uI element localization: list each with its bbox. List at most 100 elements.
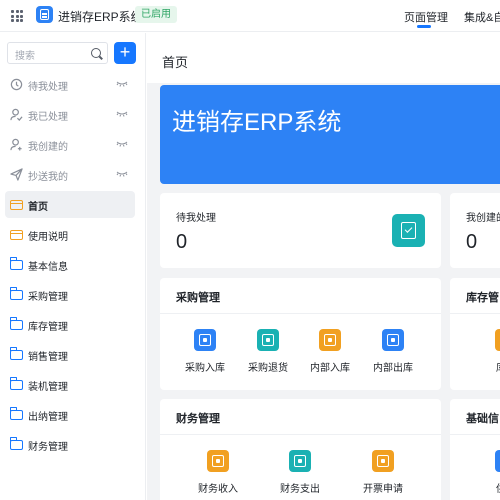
func-label: 采购退货 <box>248 363 288 374</box>
sidebar-item-cc[interactable]: 抄送我的 <box>5 161 135 188</box>
sidebar-item-label: 首页 <box>28 202 48 213</box>
eye-hidden-icon[interactable] <box>116 140 128 148</box>
tab-page-management[interactable]: 页面管理 <box>404 9 448 28</box>
func-internal-in[interactable]: 内部入库 <box>300 329 360 374</box>
app-logo-icon <box>36 6 53 23</box>
sidebar-item-label: 出纳管理 <box>28 412 68 423</box>
func-inventory[interactable]: 库存 <box>476 329 500 374</box>
section-finance: 财务管理 财务收入 财务支出 开票申请 <box>160 399 441 500</box>
sidebar: 搜索 + 待我处理 我已处理 我创建的 抄送我的 首页 使用说明 基本信息 采购… <box>0 33 146 500</box>
sidebar-item-label: 销售管理 <box>28 352 68 363</box>
divider <box>160 313 441 314</box>
func-invoice-request[interactable]: 开票申请 <box>353 450 413 495</box>
status-badge: 已启用 <box>135 6 177 23</box>
divider <box>450 313 500 314</box>
stat-value: 0 <box>176 231 188 253</box>
internal-out-icon <box>382 329 404 351</box>
sidebar-item-guide[interactable]: 使用说明 <box>5 221 135 248</box>
func-finance-income[interactable]: 财务收入 <box>188 450 248 495</box>
func-supplier[interactable]: 供应 <box>476 450 500 495</box>
sidebar-item-cashier[interactable]: 出纳管理 <box>5 401 135 428</box>
func-label: 财务收入 <box>198 484 238 495</box>
sidebar-item-label: 采购管理 <box>28 292 68 303</box>
sidebar-item-pending[interactable]: 待我处理 <box>5 71 135 98</box>
top-bar: 进销存ERP系统 已启用 页面管理 集成&自 <box>0 0 500 32</box>
eye-hidden-icon[interactable] <box>116 110 128 118</box>
section-title: 基础信 <box>466 413 499 425</box>
internal-in-icon <box>319 329 341 351</box>
sidebar-item-label: 使用说明 <box>28 232 68 243</box>
divider <box>450 434 500 435</box>
folder-icon <box>9 437 23 450</box>
sidebar-item-label: 待我处理 <box>28 82 68 93</box>
banner-title: 进销存ERP系统 <box>172 109 342 136</box>
sidebar-item-basic-info[interactable]: 基本信息 <box>5 251 135 278</box>
folder-icon <box>9 347 23 360</box>
sidebar-item-label: 基本信息 <box>28 262 68 273</box>
divider <box>160 434 441 435</box>
folder-icon <box>9 257 23 270</box>
search-input[interactable]: 搜索 <box>7 42 108 64</box>
func-label: 内部入库 <box>310 363 350 374</box>
tab-integration[interactable]: 集成&自 <box>464 9 500 25</box>
search-placeholder: 搜索 <box>15 51 35 62</box>
func-purchase-in[interactable]: 采购入库 <box>175 329 235 374</box>
sidebar-item-created[interactable]: 我创建的 <box>5 131 135 158</box>
section-title: 财务管理 <box>176 413 220 425</box>
main-content: 首页 进销存ERP系统 待我处理 0 我创建的 0 采购管理 采购入库 采购退货… <box>147 33 500 500</box>
stat-card-created[interactable]: 我创建的 0 <box>450 193 500 268</box>
user-check-icon <box>10 108 23 121</box>
func-internal-out[interactable]: 内部出库 <box>363 329 423 374</box>
page-icon <box>10 230 23 240</box>
func-finance-expense[interactable]: 财务支出 <box>270 450 330 495</box>
stat-card-pending[interactable]: 待我处理 0 <box>160 193 441 268</box>
banner: 进销存ERP系统 <box>160 85 500 184</box>
purchase-return-icon <box>257 329 279 351</box>
section-purchase: 采购管理 采购入库 采购退货 内部入库 内部出库 <box>160 278 441 390</box>
func-label: 供应 <box>476 480 500 495</box>
folder-icon <box>9 377 23 390</box>
func-label: 开票申请 <box>363 484 403 495</box>
supplier-icon <box>495 450 500 472</box>
eye-hidden-icon[interactable] <box>116 80 128 88</box>
clock-icon <box>10 78 23 91</box>
sidebar-item-label: 装机管理 <box>28 382 68 393</box>
folder-icon <box>9 287 23 300</box>
app-title: 进销存ERP系统 <box>58 10 143 24</box>
add-button[interactable]: + <box>114 42 136 64</box>
stat-label: 我创建的 <box>466 213 500 224</box>
eye-hidden-icon[interactable] <box>116 170 128 178</box>
func-label: 库存 <box>476 359 500 374</box>
page-title: 首页 <box>162 55 189 70</box>
finance-income-icon <box>207 450 229 472</box>
sidebar-item-label: 财务管理 <box>28 442 68 453</box>
folder-icon <box>9 407 23 420</box>
stat-label: 待我处理 <box>176 213 216 224</box>
sidebar-item-processed[interactable]: 我已处理 <box>5 101 135 128</box>
page-header: 首页 <box>147 33 500 83</box>
sidebar-item-sales[interactable]: 销售管理 <box>5 341 135 368</box>
finance-expense-icon <box>289 450 311 472</box>
sidebar-item-purchase[interactable]: 采购管理 <box>5 281 135 308</box>
folder-icon <box>9 317 23 330</box>
search-icon[interactable] <box>91 48 101 58</box>
section-title: 库存管 <box>466 292 499 304</box>
sidebar-item-home[interactable]: 首页 <box>5 191 135 218</box>
purchase-in-icon <box>194 329 216 351</box>
sidebar-item-inventory[interactable]: 库存管理 <box>5 311 135 338</box>
clipboard-check-icon <box>392 214 425 247</box>
user-add-icon <box>10 138 22 151</box>
invoice-request-icon <box>372 450 394 472</box>
func-label: 财务支出 <box>280 484 320 495</box>
apps-grid-icon[interactable] <box>11 10 23 22</box>
sidebar-item-installation[interactable]: 装机管理 <box>5 371 135 398</box>
section-title: 采购管理 <box>176 292 220 304</box>
page-icon <box>10 200 23 210</box>
func-label: 采购入库 <box>185 363 225 374</box>
sidebar-item-label: 我创建的 <box>28 142 68 153</box>
send-icon <box>10 168 23 181</box>
sidebar-item-finance[interactable]: 财务管理 <box>5 431 135 458</box>
section-inventory: 库存管 库存 <box>450 278 500 390</box>
func-purchase-return[interactable]: 采购退货 <box>238 329 298 374</box>
section-basic-info: 基础信 供应 <box>450 399 500 500</box>
